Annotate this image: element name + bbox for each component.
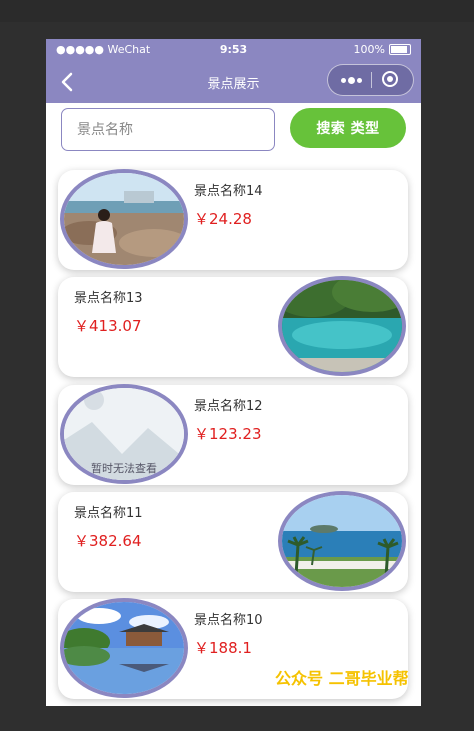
search-input[interactable] [61, 108, 275, 151]
window-top-bar [0, 0, 474, 22]
phone-screen: ●●●●● WeChat 9:53 100% 景点展示 搜索 类型 [46, 39, 421, 706]
placeholder-image: 暂时无法查看 [60, 384, 188, 484]
attraction-name: 景点名称12 [194, 399, 263, 414]
battery-percent: 100% [353, 43, 385, 56]
pavilion-photo [60, 598, 188, 698]
attraction-name: 景点名称10 [194, 613, 263, 628]
attraction-name: 景点名称14 [194, 184, 263, 199]
attraction-name: 景点名称11 [74, 506, 143, 521]
search-bar: 搜索 类型 [46, 103, 421, 159]
watermark-text: 公众号 二哥毕业帮 [275, 669, 409, 688]
battery-icon [389, 44, 411, 55]
attraction-price: ￥123.23 [194, 425, 262, 443]
image-unavailable-caption: 暂时无法查看 [91, 462, 157, 475]
list-item[interactable]: 暂时无法查看 景点名称12 ￥123.23 [58, 384, 408, 485]
attraction-price: ￥188.1 [194, 639, 252, 657]
navigation-bar: 景点展示 [46, 61, 421, 103]
search-type-button[interactable]: 搜索 类型 [290, 108, 406, 148]
attraction-price: ￥24.28 [194, 210, 252, 228]
lake-photo [278, 276, 406, 376]
capsule-divider [371, 72, 372, 88]
list-item[interactable]: 景点名称11 ￥382.64 [58, 491, 408, 592]
more-dots-icon[interactable] [336, 71, 366, 89]
close-circle-icon[interactable] [382, 71, 398, 87]
attraction-price: ￥382.64 [74, 532, 142, 550]
battery-indicator: 100% [354, 43, 411, 56]
list-item[interactable]: 景点名称13 ￥413.07 [58, 276, 408, 377]
beach-photo [60, 169, 188, 269]
miniprogram-capsule [327, 64, 414, 96]
attraction-price: ￥413.07 [74, 317, 142, 335]
island-photo [278, 491, 406, 591]
attraction-name: 景点名称13 [74, 291, 143, 306]
list-item[interactable]: 景点名称14 ￥24.28 [58, 169, 408, 270]
status-bar: ●●●●● WeChat 9:53 100% [46, 39, 421, 61]
